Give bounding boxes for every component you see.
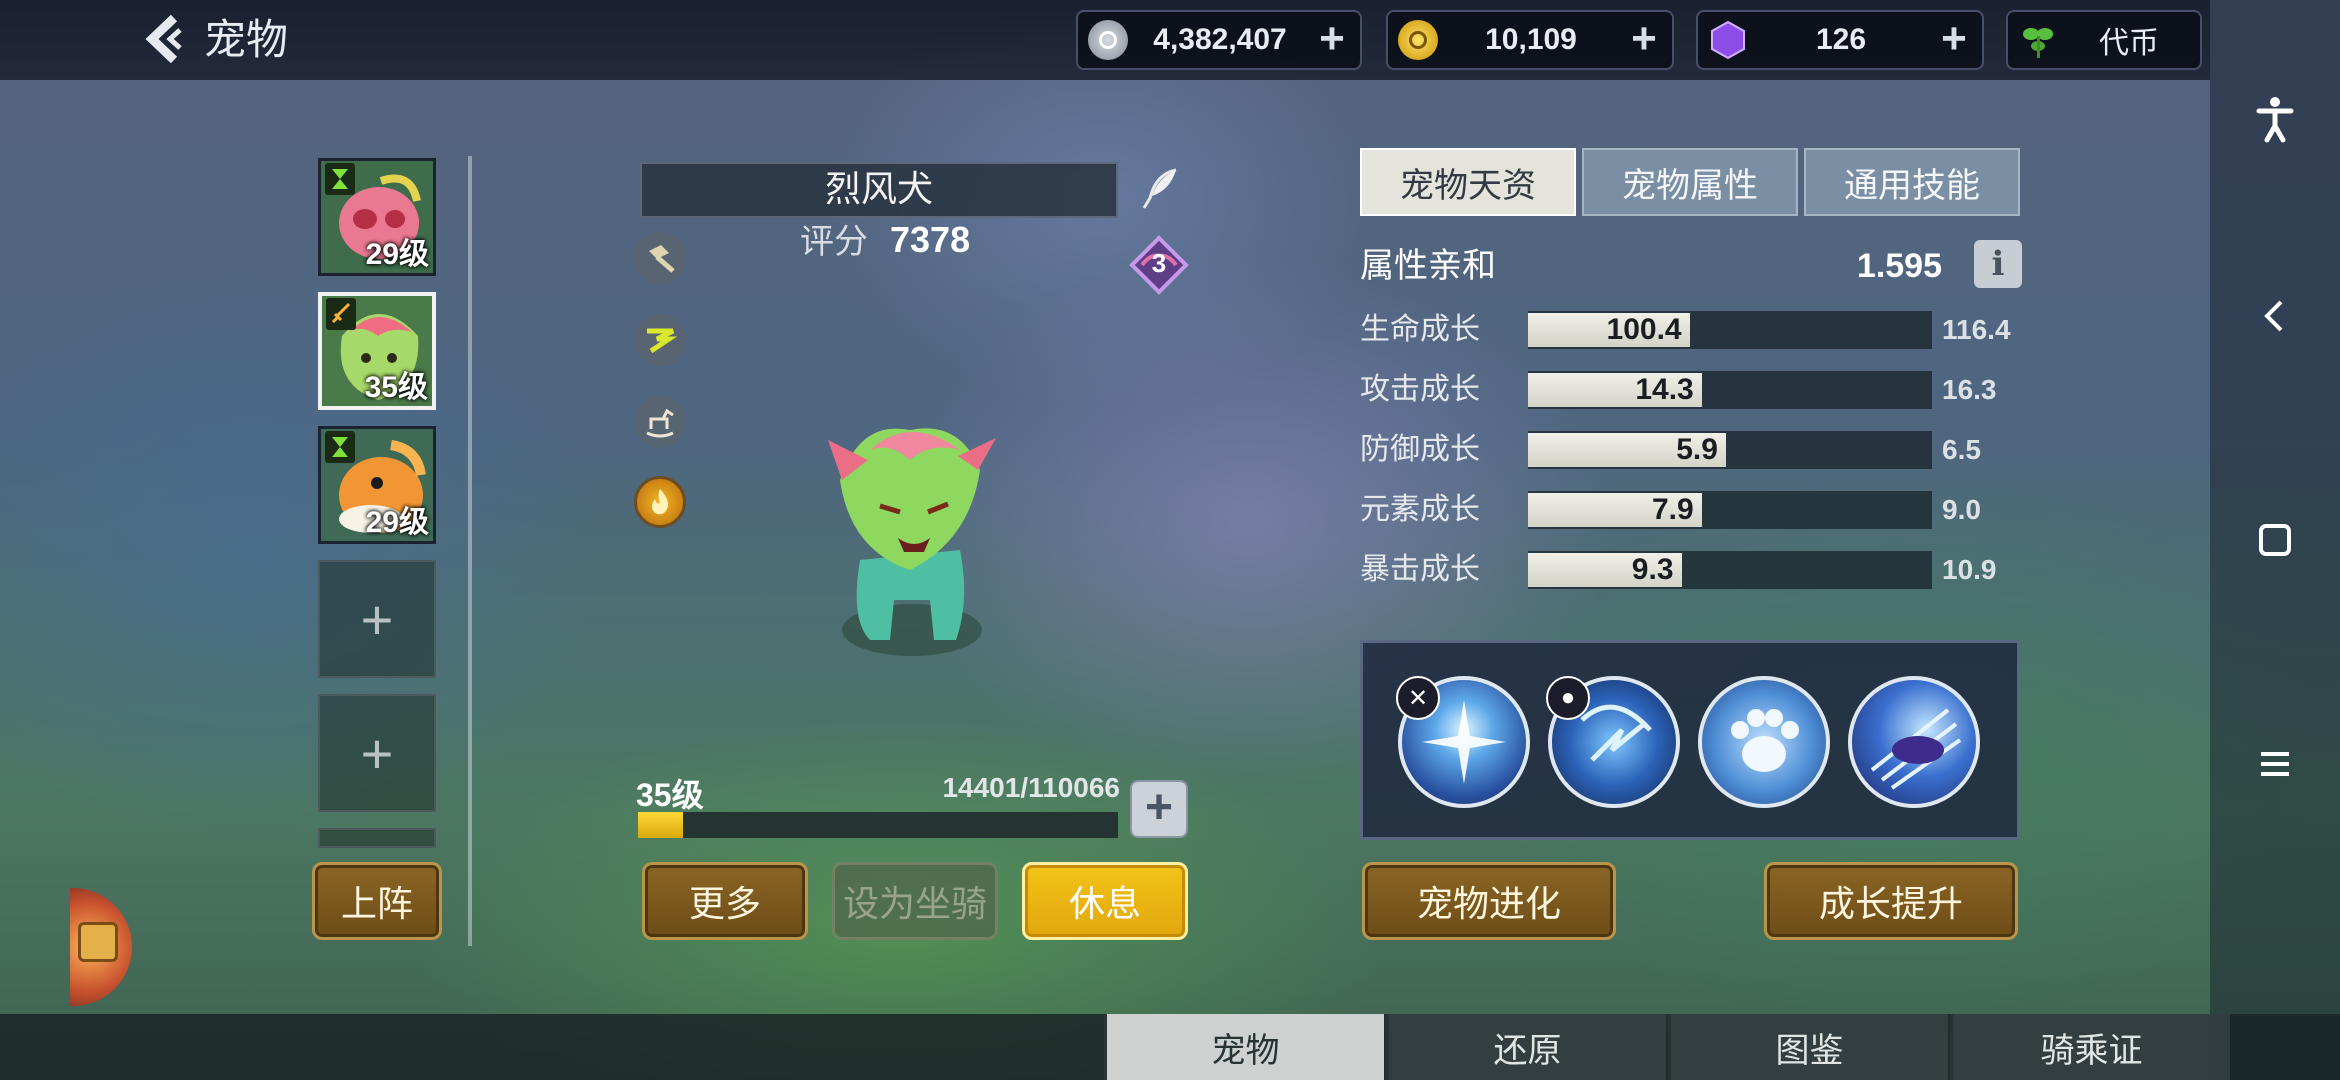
stat-label: 暴击成长 bbox=[1360, 553, 1480, 586]
silver-coin-icon bbox=[1088, 20, 1128, 60]
stat-bar: 14.3 bbox=[1528, 371, 1932, 409]
pet-level: 35级 bbox=[364, 371, 428, 404]
set-mount-button: 设为坐骑 bbox=[832, 862, 998, 940]
score-value: 7378 bbox=[890, 219, 971, 260]
menu-icon[interactable] bbox=[2245, 734, 2305, 794]
stat-label: 攻击成长 bbox=[1360, 373, 1480, 406]
tab-pet-aptitude[interactable]: 宠物天资 bbox=[1360, 148, 1576, 216]
stat-max: 116.4 bbox=[1942, 314, 2011, 345]
deploy-button[interactable]: 上阵 bbox=[312, 862, 442, 940]
add-silver-button[interactable]: + bbox=[1312, 17, 1352, 61]
home-icon[interactable] bbox=[2245, 510, 2305, 570]
back-icon[interactable] bbox=[2245, 286, 2305, 346]
stat-bar: 7.9 bbox=[1528, 491, 1932, 529]
exp-bar bbox=[638, 812, 1118, 838]
crossed-swords-icon: ✕ bbox=[1396, 676, 1440, 720]
evolve-button[interactable]: 宠物进化 bbox=[1362, 862, 1616, 940]
growth-button[interactable]: 成长提升 bbox=[1764, 862, 2018, 940]
stat-bar: 100.4 bbox=[1528, 311, 1932, 349]
gold-coin-icon bbox=[1398, 20, 1438, 60]
gem-amount: 126 bbox=[1815, 23, 1867, 56]
exp-text: 14401/110066 bbox=[942, 772, 1120, 803]
stat-current: 9.3 bbox=[1631, 553, 1674, 586]
page-title: 宠物 bbox=[204, 16, 289, 63]
rank-number: 3 bbox=[1151, 248, 1167, 278]
stat-current: 14.3 bbox=[1635, 373, 1694, 406]
stat-max: 9.0 bbox=[1942, 494, 1981, 525]
fire-orb-icon[interactable] bbox=[634, 476, 686, 528]
stat-bar-fill: 100.4 bbox=[1528, 313, 1690, 347]
stat-bar-fill: 7.9 bbox=[1528, 493, 1702, 527]
divider bbox=[468, 156, 472, 946]
stat-bar: 9.3 bbox=[1528, 551, 1932, 589]
wind-element-icon[interactable] bbox=[634, 314, 686, 366]
stat-max: 6.5 bbox=[1942, 434, 1981, 465]
token-currency[interactable]: 代币 bbox=[2006, 10, 2202, 70]
paw-skill-icon[interactable] bbox=[1698, 676, 1830, 808]
add-icon: + bbox=[360, 721, 394, 785]
stat-current: 100.4 bbox=[1606, 313, 1682, 346]
tab-restore[interactable]: 还原 bbox=[1386, 1014, 1666, 1080]
pet-slot-1[interactable]: 29级 bbox=[318, 158, 436, 276]
stat-max: 10.9 bbox=[1942, 554, 1997, 585]
add-gem-button[interactable]: + bbox=[1934, 17, 1974, 61]
pet-slot-2[interactable]: 35级 bbox=[318, 292, 436, 410]
stat-bar-fill: 5.9 bbox=[1528, 433, 1726, 467]
stat-max: 16.3 bbox=[1942, 374, 1997, 405]
score-label: 评分 bbox=[800, 223, 868, 261]
pet-level: 29级 bbox=[365, 238, 429, 271]
add-exp-button[interactable]: + bbox=[1130, 780, 1188, 838]
tab-riding-license[interactable]: 骑乘证 bbox=[1950, 1014, 2230, 1080]
tab-pet-attributes[interactable]: 宠物属性 bbox=[1582, 148, 1798, 216]
empty-pet-slot[interactable]: + bbox=[318, 694, 436, 812]
tab-common-skills[interactable]: 通用技能 bbox=[1804, 148, 2020, 216]
info-icon[interactable]: i bbox=[1974, 240, 2022, 288]
sword-icon bbox=[326, 298, 356, 330]
gold-amount: 10,109 bbox=[1485, 23, 1577, 56]
pet-name[interactable]: 烈风犬 bbox=[640, 162, 1118, 218]
affinity-label: 属性亲和 bbox=[1360, 247, 1496, 285]
pet-slot-3[interactable]: 29级 bbox=[318, 426, 436, 544]
affinity-value: 1.595 bbox=[1856, 247, 1942, 285]
stat-bar-fill: 9.3 bbox=[1528, 553, 1682, 587]
tab-codex[interactable]: 图鉴 bbox=[1668, 1014, 1948, 1080]
stat-current: 7.9 bbox=[1652, 493, 1694, 526]
exp-bar-fill bbox=[638, 812, 683, 838]
empty-pet-slot-partial bbox=[318, 828, 436, 848]
pet-model[interactable] bbox=[820, 420, 1000, 660]
paw-badge-icon: ● bbox=[1546, 676, 1590, 720]
gold-currency: 10,109 + bbox=[1386, 10, 1674, 70]
dash-skill-icon[interactable] bbox=[1848, 676, 1980, 808]
rank-badge[interactable]: 3 bbox=[1128, 234, 1190, 296]
tab-pet[interactable]: 宠物 bbox=[1104, 1014, 1384, 1080]
more-button[interactable]: 更多 bbox=[642, 862, 808, 940]
stat-current: 5.9 bbox=[1676, 433, 1718, 466]
add-gold-button[interactable]: + bbox=[1624, 17, 1664, 61]
hourglass-icon bbox=[325, 431, 355, 463]
stat-label: 生命成长 bbox=[1360, 313, 1480, 346]
stat-bar: 5.9 bbox=[1528, 431, 1932, 469]
gem-currency: 126 + bbox=[1696, 10, 1984, 70]
silver-currency: 4,382,407 + bbox=[1076, 10, 1362, 70]
stat-bar-fill: 14.3 bbox=[1528, 373, 1702, 407]
hammer-icon[interactable] bbox=[634, 232, 686, 284]
rocking-horse-icon[interactable] bbox=[634, 396, 686, 448]
empty-pet-slot[interactable]: + bbox=[318, 560, 436, 678]
add-icon: + bbox=[360, 587, 394, 651]
pet-level: 29级 bbox=[365, 506, 429, 539]
feather-icon[interactable] bbox=[1136, 164, 1186, 214]
accessibility-icon[interactable] bbox=[2245, 88, 2305, 148]
silver-amount: 4,382,407 bbox=[1153, 23, 1287, 56]
stat-label: 防御成长 bbox=[1360, 433, 1480, 466]
purple-gem-icon bbox=[1708, 20, 1748, 60]
pet-level-label: 35级 bbox=[636, 777, 704, 813]
back-chevron-icon[interactable] bbox=[140, 12, 194, 66]
token-label: 代币 bbox=[2099, 27, 2159, 60]
hourglass-icon bbox=[325, 163, 355, 195]
rest-button[interactable]: 休息 bbox=[1022, 862, 1188, 940]
sprout-icon bbox=[2018, 20, 2058, 60]
treasure-chest-icon[interactable] bbox=[70, 888, 132, 1006]
stat-label: 元素成长 bbox=[1360, 493, 1480, 526]
